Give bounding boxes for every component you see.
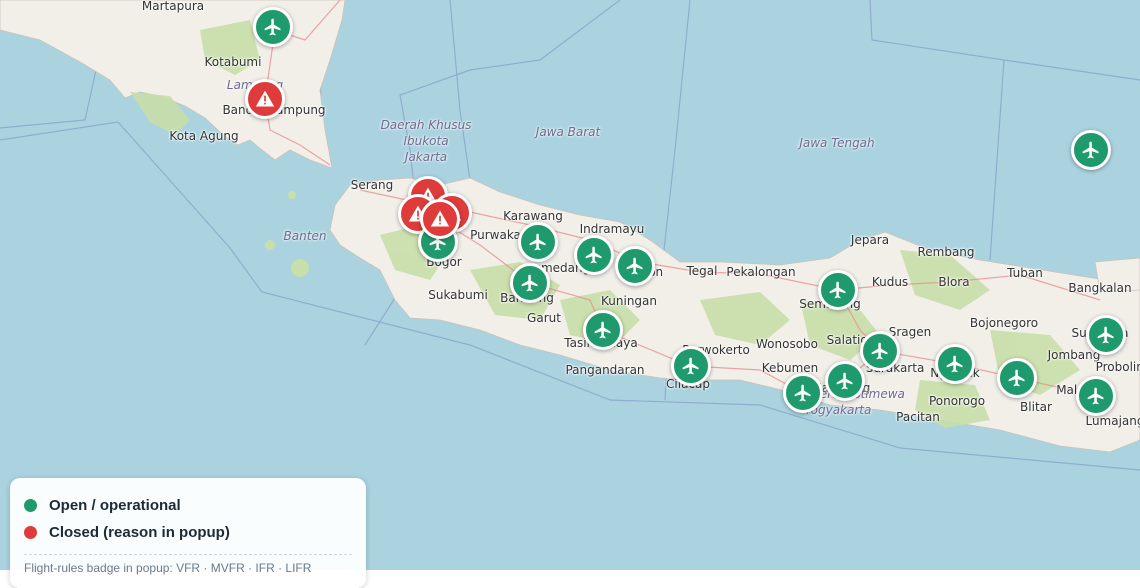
airport-marker-open[interactable] (518, 222, 558, 262)
airport-marker-open[interactable] (818, 270, 858, 310)
place-label: Karawang (503, 209, 563, 223)
map-legend: Open / operational Closed (reason in pop… (10, 478, 366, 588)
warning-icon (255, 89, 275, 109)
airport-marker-open[interactable] (574, 235, 614, 275)
airport-marker-open[interactable] (253, 7, 293, 47)
place-label: Rembang (917, 245, 975, 259)
plane-icon (793, 383, 813, 403)
airport-marker-closed[interactable] (245, 79, 285, 119)
place-label: Bojonegoro (969, 316, 1039, 330)
legend-open: Open / operational (24, 492, 352, 519)
place-label: Blitar (1020, 400, 1052, 414)
plane-icon (625, 256, 645, 276)
place-label: Pangandaran (565, 363, 645, 377)
place-label: Tegal (686, 264, 718, 278)
place-label: Ibukota (403, 134, 449, 148)
place-label: Garut (527, 311, 561, 325)
plane-icon (528, 232, 548, 252)
place-label: Jawa Tengah (799, 136, 875, 150)
airport-marker-closed[interactable] (420, 199, 460, 239)
place-label: Daerah Khusus (380, 118, 472, 132)
place-label: Kudus (871, 275, 909, 289)
airport-marker-open[interactable] (935, 344, 975, 384)
place-label: Kuningan (601, 294, 657, 308)
airport-marker-open[interactable] (583, 310, 623, 350)
place-label: Wonosobo (755, 337, 819, 351)
place-label: Sragen (888, 325, 932, 339)
plane-icon (1096, 325, 1116, 345)
open-dot-icon (24, 499, 37, 512)
airport-marker-open[interactable] (860, 331, 900, 371)
airport-marker-open[interactable] (671, 346, 711, 386)
place-label: Kebumen (761, 361, 819, 375)
place-label: Ponorogo (928, 394, 986, 408)
airport-marker-open[interactable] (783, 373, 823, 413)
airport-marker-open[interactable] (1086, 315, 1126, 355)
closed-dot-icon (24, 526, 37, 539)
airport-marker-open[interactable] (825, 361, 865, 401)
plane-icon (1007, 368, 1027, 388)
place-label: Lumajang (1085, 414, 1140, 428)
plane-icon (1086, 386, 1106, 406)
place-label: Sukabumi (428, 288, 488, 302)
airport-marker-open[interactable] (1071, 130, 1111, 170)
airport-marker-open[interactable] (615, 246, 655, 286)
plane-icon (870, 341, 890, 361)
place-label: Jawa Barat (535, 125, 601, 139)
place-label: Probolinggo (1095, 360, 1140, 374)
plane-icon (835, 371, 855, 391)
legend-closed-label: Closed (reason in popup) (49, 524, 230, 541)
plane-icon (828, 280, 848, 300)
legend-note: Flight-rules badge in popup: VFR · MVFR … (24, 561, 312, 575)
plane-icon (520, 273, 540, 293)
plane-icon (681, 356, 701, 376)
place-label: Tuban (1007, 266, 1043, 280)
place-label: Serang (350, 178, 394, 192)
place-label: Pacitan (896, 410, 940, 424)
airport-marker-open[interactable] (997, 358, 1037, 398)
place-label: Bangkalan (1068, 281, 1132, 295)
legend-open-label: Open / operational (49, 497, 181, 514)
place-label: Blora (938, 275, 970, 289)
place-label: Indramayu (579, 222, 645, 236)
plane-icon (263, 17, 283, 37)
place-label: Pekalongan (726, 265, 796, 279)
place-label: Kota Agung (169, 129, 239, 143)
place-label: Jepara (850, 233, 890, 247)
legend-closed: Closed (reason in popup) (24, 519, 352, 546)
plane-icon (584, 245, 604, 265)
plane-icon (1081, 140, 1101, 160)
place-label: Martapura (141, 0, 205, 13)
plane-icon (945, 354, 965, 374)
airport-marker-open[interactable] (1076, 376, 1116, 416)
place-label: Jakarta (404, 150, 448, 164)
place-label: Banten (283, 229, 327, 243)
plane-icon (593, 320, 613, 340)
airport-marker-open[interactable] (510, 263, 550, 303)
place-label: Kotabumi (204, 55, 262, 69)
warning-icon (430, 209, 450, 229)
